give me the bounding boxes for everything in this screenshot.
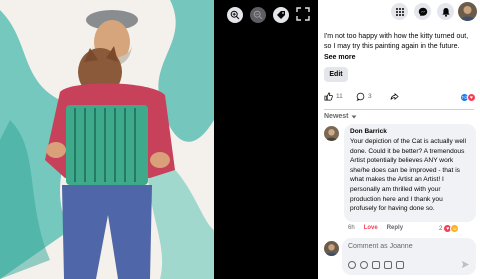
share-icon bbox=[390, 93, 399, 100]
comment-count: 3 bbox=[368, 93, 372, 100]
messenger-icon bbox=[418, 7, 427, 16]
composer-tools bbox=[348, 261, 404, 269]
gif-icon[interactable] bbox=[384, 261, 392, 269]
comment-text: Your depiction of the Cat is actually we… bbox=[350, 138, 466, 213]
see-more-link[interactable]: See more bbox=[324, 54, 356, 61]
messenger-button[interactable] bbox=[414, 3, 431, 20]
thumbs-up-icon bbox=[324, 92, 333, 101]
fullscreen-icon[interactable] bbox=[296, 7, 310, 21]
care-reaction-icon: ☺ bbox=[450, 224, 460, 233]
tag-icon bbox=[277, 11, 285, 19]
comment-input[interactable] bbox=[348, 243, 468, 250]
top-nav bbox=[318, 0, 480, 24]
emoji-icon[interactable] bbox=[360, 261, 368, 269]
comment-time[interactable]: 6h bbox=[348, 225, 355, 231]
send-icon[interactable] bbox=[461, 260, 470, 269]
avatar-sticker-icon[interactable] bbox=[348, 261, 356, 269]
comment-bubble-icon bbox=[356, 92, 365, 101]
love-button[interactable]: Love bbox=[364, 225, 378, 231]
reaction-icons[interactable]: 👍︎ ♥ bbox=[460, 93, 476, 102]
menu-button[interactable] bbox=[391, 3, 408, 20]
zoom-out-icon bbox=[253, 10, 263, 20]
zoom-out-button[interactable] bbox=[250, 7, 266, 23]
profile-avatar[interactable] bbox=[458, 2, 477, 21]
like-count: 11 bbox=[336, 93, 343, 100]
comment-reaction-count: 2 bbox=[439, 225, 443, 232]
comment-actions: 6h Love Reply bbox=[348, 225, 403, 231]
comment-author[interactable]: Don Barrick bbox=[350, 128, 470, 135]
reply-button[interactable]: Reply bbox=[387, 225, 403, 231]
grid-menu-icon bbox=[395, 7, 404, 16]
notifications-button[interactable] bbox=[437, 3, 454, 20]
comment-bubble: Don Barrick Your depiction of the Cat is… bbox=[344, 124, 476, 222]
sticker-icon[interactable] bbox=[396, 261, 404, 269]
zoom-in-icon bbox=[230, 10, 240, 20]
painting-image bbox=[0, 0, 214, 279]
chevron-down-icon bbox=[351, 115, 357, 118]
comment-composer bbox=[342, 238, 476, 275]
sort-label: Newest bbox=[324, 113, 349, 120]
post-panel: I'm not too happy with how the kitty tur… bbox=[318, 0, 480, 279]
divider bbox=[324, 109, 474, 110]
composer-avatar bbox=[324, 241, 339, 256]
tag-button[interactable] bbox=[273, 7, 289, 23]
like-stat[interactable]: 11 bbox=[324, 92, 343, 101]
comment-author-avatar[interactable] bbox=[324, 126, 339, 141]
comment-sort-dropdown[interactable]: Newest bbox=[324, 113, 357, 120]
zoom-in-button[interactable] bbox=[227, 7, 243, 23]
share-button[interactable] bbox=[390, 92, 399, 101]
love-reaction-icon: ♥ bbox=[467, 93, 476, 102]
reaction-stats: 11 3 👍︎ ♥ bbox=[324, 92, 476, 104]
comment-reactions[interactable]: 2 ♥ ☺ bbox=[439, 224, 460, 233]
edit-button[interactable]: Edit bbox=[324, 67, 348, 82]
comment-stat[interactable]: 3 bbox=[356, 92, 372, 101]
camera-icon[interactable] bbox=[372, 261, 380, 269]
post-caption: I'm not too happy with how the kitty tur… bbox=[324, 33, 469, 50]
photo-viewer bbox=[0, 0, 318, 279]
bell-icon bbox=[441, 7, 450, 17]
